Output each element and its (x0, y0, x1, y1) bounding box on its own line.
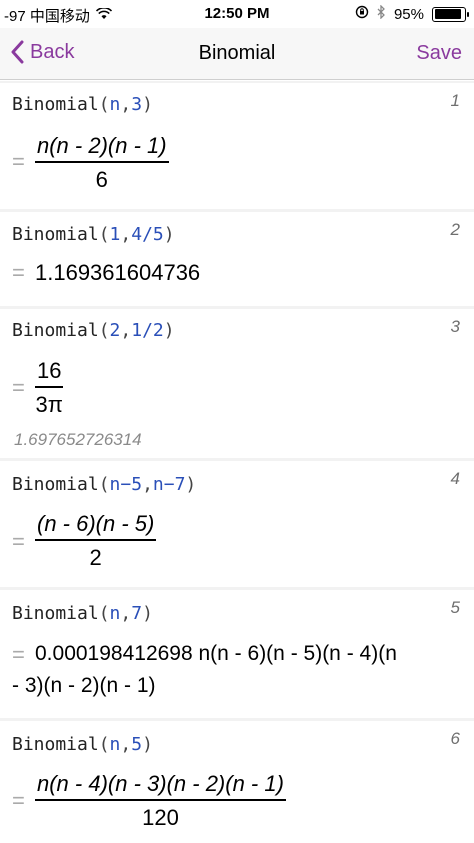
equals-sign: = (12, 149, 25, 174)
result-value: 1.169361604736 (35, 260, 201, 285)
input-expression[interactable]: Binomial(2,1/2) (12, 320, 175, 341)
save-button[interactable]: Save (416, 42, 462, 65)
input-expression[interactable]: Binomial(1,4/5) (12, 224, 175, 245)
result-line-2: - 3)(n - 2)(n - 1) (12, 674, 156, 697)
bluetooth-icon (377, 4, 386, 23)
battery-icon (432, 6, 469, 22)
fraction-numerator: n(n - 4)(n - 3)(n - 2)(n - 1) (37, 771, 284, 796)
entry-number: 1 (450, 91, 460, 110)
fraction-denominator: 2 (89, 545, 102, 570)
fraction-numerator: 16 (37, 358, 62, 383)
equals-sign: = (12, 642, 25, 667)
approximate-value: 1.697652726314 (14, 430, 142, 449)
status-bar: -97 中国移动 12:50 PM 95% (0, 0, 474, 28)
result-fraction: 16 3π (35, 358, 64, 418)
battery-fill (434, 9, 462, 19)
calculation-list: 1 Binomial(n,3) = n(n - 2)(n - 1) 6 2 Bi… (0, 81, 474, 843)
result-fraction: n(n - 4)(n - 3)(n - 2)(n - 1) 120 (35, 771, 286, 831)
status-right: 95% (355, 4, 469, 23)
calculation-entry-4[interactable]: 4 Binomial(n−5,n−7) = (n - 6)(n - 5) 2 (0, 461, 474, 587)
rotation-lock-icon (355, 5, 369, 23)
input-expression[interactable]: Binomial(n−5,n−7) (12, 474, 196, 495)
calculation-entry-2[interactable]: 2 Binomial(1,4/5) = 1.169361604736 (0, 212, 474, 306)
entry-number: 4 (450, 469, 460, 488)
calculation-entry-5[interactable]: 5 Binomial(n,7) = 0.000198412698 n(n - 6… (0, 590, 474, 718)
fraction-denominator: 120 (142, 805, 179, 830)
calculation-entry-3[interactable]: 3 Binomial(2,1/2) = 16 3π 1.697652726314 (0, 309, 474, 458)
input-expression[interactable]: Binomial(n,5) (12, 734, 153, 755)
entry-number: 5 (450, 598, 460, 617)
entry-number: 6 (450, 729, 460, 748)
fraction-denominator: 6 (95, 167, 108, 192)
page-title: Binomial (198, 42, 276, 64)
entry-number: 2 (450, 220, 460, 239)
equals-sign: = (12, 260, 25, 285)
input-expression[interactable]: Binomial(n,7) (12, 603, 153, 624)
equals-sign: = (12, 788, 25, 813)
fraction-denominator: 3π (35, 392, 63, 417)
result-fraction: (n - 6)(n - 5) 2 (35, 511, 157, 571)
calculation-entry-6[interactable]: 6 Binomial(n,5) = n(n - 4)(n - 3)(n - 2)… (0, 721, 474, 843)
input-expression[interactable]: Binomial(n,3) (12, 94, 153, 115)
fraction-numerator: n(n - 2)(n - 1) (37, 133, 167, 158)
result-fraction: n(n - 2)(n - 1) 6 (35, 133, 169, 193)
battery-percent: 95% (393, 5, 424, 23)
entry-number: 3 (450, 317, 460, 336)
navigation-bar: Back Binomial Save (0, 28, 474, 80)
calculation-entry-1[interactable]: 1 Binomial(n,3) = n(n - 2)(n - 1) 6 (0, 83, 474, 209)
equals-sign: = (12, 529, 25, 554)
equals-sign: = (12, 375, 25, 400)
fraction-numerator: (n - 6)(n - 5) (37, 511, 155, 536)
result-line-1: 0.000198412698 n(n - 6)(n - 5)(n - 4)(n (35, 642, 397, 665)
